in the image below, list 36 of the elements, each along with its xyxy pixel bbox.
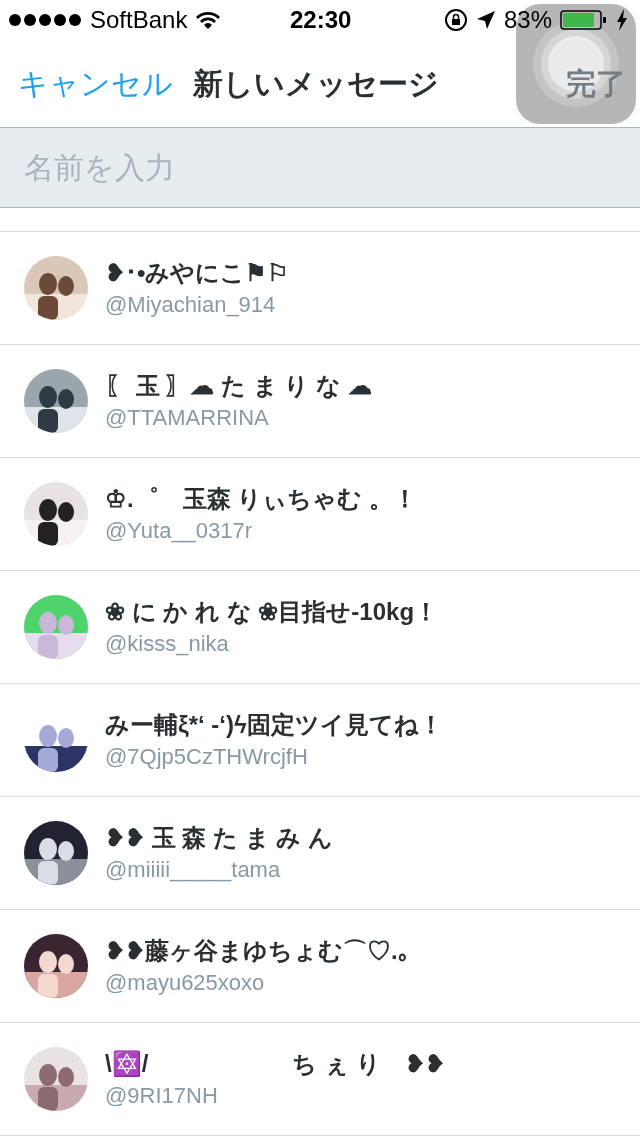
battery-icon bbox=[560, 9, 608, 31]
contact-row[interactable]: 〖 玉 〗☁ た ま り な ☁ @TTAMARRINA bbox=[0, 345, 640, 458]
contact-name: ❀ に か れ な ❀目指せ-10kg！ bbox=[105, 597, 439, 627]
contact-row[interactable]: ❥❥ 玉 森 た ま み ん @miiiii_____tama bbox=[0, 797, 640, 910]
contact-row[interactable]: \🔯/ ち ぇ り ❥❥ @9RI17NH bbox=[0, 1023, 640, 1136]
contact-handle: @Yuta__0317r bbox=[105, 517, 254, 545]
contact-name: ♔.゜ 玉森 りぃちゃむ 。！ bbox=[105, 484, 417, 514]
charging-icon bbox=[616, 9, 628, 31]
contact-handle: @kisss_nika bbox=[105, 630, 230, 658]
contact-handle: @Miyachian_914 bbox=[105, 291, 277, 319]
contact-name: みー輔ξ*‘ -‘)ϟ固定ツイ見てね！ bbox=[105, 710, 443, 740]
signal-icon bbox=[8, 13, 82, 27]
contact-row[interactable]: ❀ に か れ な ❀目指せ-10kg！ @kisss_nika bbox=[0, 571, 640, 684]
screen-title: 新しいメッセージ bbox=[193, 66, 439, 102]
battery-percent: 83% bbox=[503, 5, 552, 35]
contact-name: ❥❥藤ヶ谷まゆちょむ⌒♡.｡ bbox=[105, 936, 410, 966]
contact-row[interactable]: ❥❥藤ヶ谷まゆちょむ⌒♡.｡ @mayu625xoxo bbox=[0, 910, 640, 1023]
rotation-lock-icon bbox=[443, 8, 468, 32]
clock-time: 22:30 bbox=[290, 5, 352, 35]
contact-handle: @9RI17NH bbox=[105, 1082, 219, 1110]
wifi-icon bbox=[195, 10, 222, 30]
done-button[interactable]: 完了 bbox=[566, 61, 626, 106]
contact-row[interactable]: みー輔ξ*‘ -‘)ϟ固定ツイ見てね！ @7Qjp5CzTHWrcjfH bbox=[0, 684, 640, 797]
contact-handle: @miiiii_____tama bbox=[105, 856, 282, 884]
contact-name: \🔯/ ち ぇ り ❥❥ bbox=[105, 1049, 445, 1079]
contact-name: ❥❥ 玉 森 た ま み ん bbox=[105, 823, 333, 853]
contact-handle: @TTAMARRINA bbox=[105, 404, 270, 432]
contact-row[interactable]: ❥･•みやにこ⚑⚐ @Miyachian_914 bbox=[0, 232, 640, 345]
search-field[interactable]: 名前を入力 bbox=[0, 128, 640, 208]
contact-handle: @7Qjp5CzTHWrcjfH bbox=[105, 743, 309, 771]
location-icon bbox=[475, 10, 496, 30]
contact-name: 〖 玉 〗☁ た ま り な ☁ bbox=[105, 371, 372, 401]
contact-row[interactable]: ♔.゜ 玉森 りぃちゃむ 。！ @Yuta__0317r bbox=[0, 458, 640, 571]
carrier-name: SoftBank bbox=[90, 5, 188, 35]
contact-name: ❥･•みやにこ⚑⚐ bbox=[105, 258, 290, 288]
contact-handle: @mayu625xoxo bbox=[105, 969, 266, 997]
